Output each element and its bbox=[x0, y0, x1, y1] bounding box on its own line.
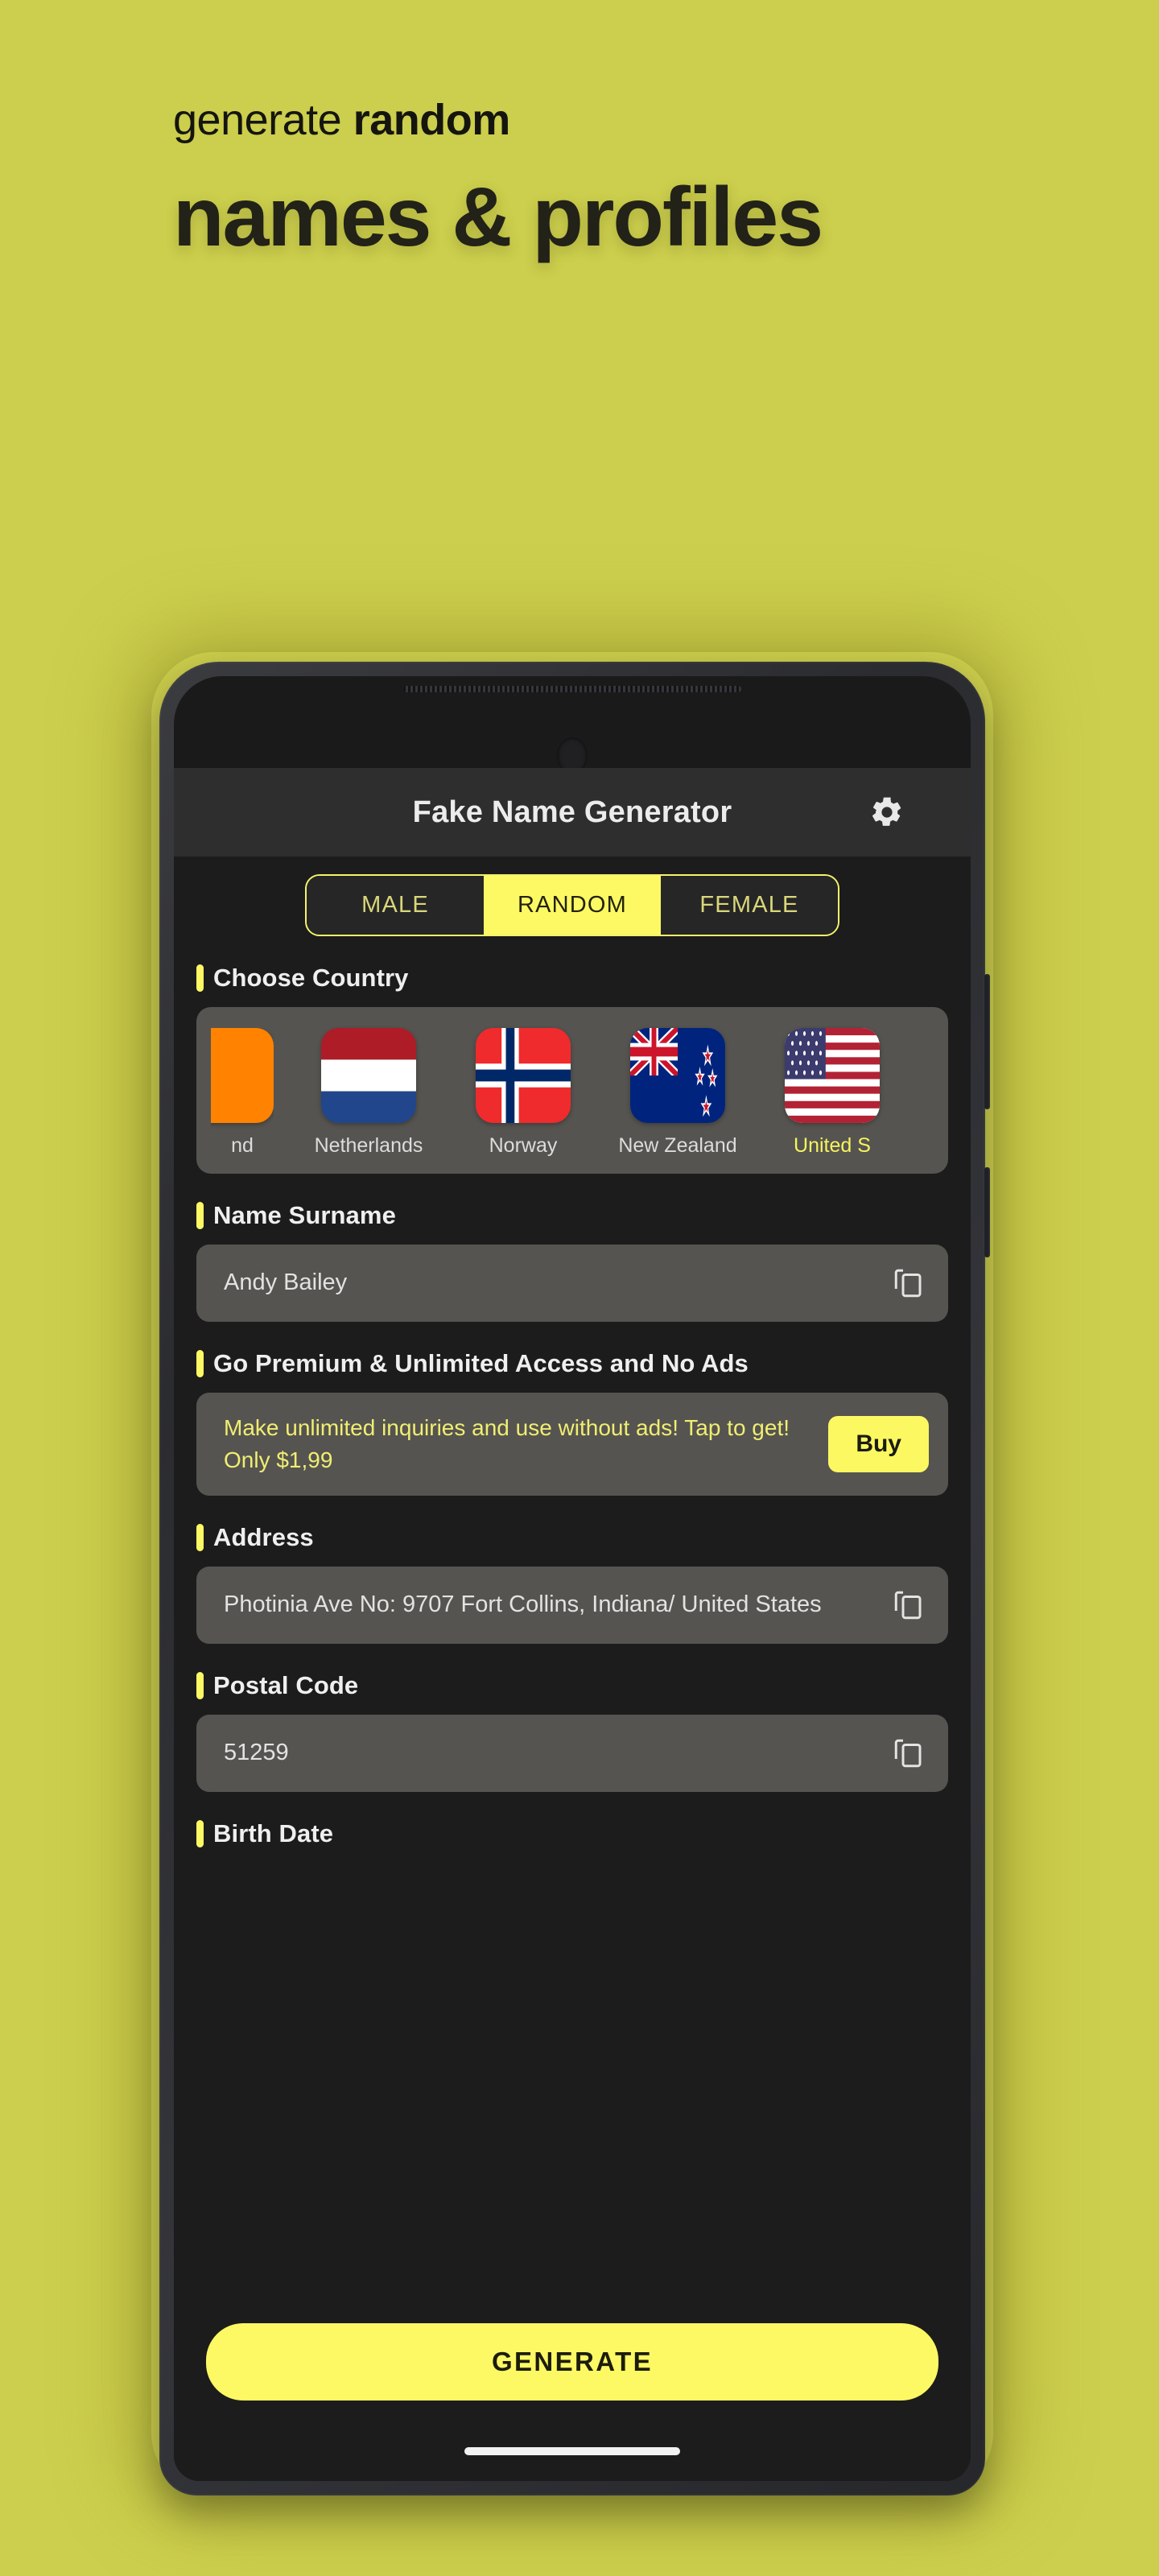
phone-frame: Fake Name Generator MALE RANDOM FEMALE C… bbox=[159, 662, 990, 2496]
label-text: Postal Code bbox=[213, 1670, 359, 1699]
gender-segmented-control: MALE RANDOM FEMALE bbox=[174, 857, 971, 936]
new-zealand-flag bbox=[630, 1028, 725, 1123]
label-text: Go Premium & Unlimited Access and No Ads bbox=[213, 1349, 749, 1377]
promo-subtitle-regular: generate bbox=[173, 96, 353, 144]
label-go-premium: Go Premium & Unlimited Access and No Ads bbox=[196, 1349, 971, 1378]
earpiece-speaker-icon bbox=[403, 686, 741, 692]
label-choose-country: Choose Country bbox=[196, 964, 971, 993]
tab-random[interactable]: RANDOM bbox=[484, 876, 661, 935]
country-scroll-strip[interactable]: nd Netherlands Norway New Zealand United… bbox=[196, 1028, 948, 1158]
app-content: MALE RANDOM FEMALE Choose Country nd Net… bbox=[174, 857, 971, 2302]
tab-female[interactable]: FEMALE bbox=[661, 876, 838, 935]
country-label: Netherlands bbox=[314, 1134, 423, 1157]
copy-icon[interactable] bbox=[892, 1588, 926, 1622]
country-item-united-states[interactable]: United S bbox=[773, 1028, 892, 1158]
app-bar: Fake Name Generator bbox=[174, 768, 971, 857]
label-accent-bar bbox=[196, 964, 204, 992]
label-accent-bar bbox=[196, 1202, 204, 1229]
generate-button[interactable]: GENERATE bbox=[206, 2323, 938, 2401]
promo-subtitle: generate random bbox=[173, 96, 1159, 144]
address-value: Photinia Ave No: 9707 Fort Collins, Indi… bbox=[224, 1591, 822, 1617]
segmented-group: MALE RANDOM FEMALE bbox=[305, 874, 839, 936]
app-title: Fake Name Generator bbox=[412, 795, 732, 829]
phone-screen: Fake Name Generator MALE RANDOM FEMALE C… bbox=[174, 676, 971, 2481]
name-surname-field[interactable]: Andy Bailey bbox=[196, 1245, 948, 1322]
promo-subtitle-bold: random bbox=[353, 96, 511, 144]
copy-icon[interactable] bbox=[892, 1736, 926, 1770]
premium-text: Make unlimited inquiries and use without… bbox=[224, 1415, 790, 1472]
country-label: nd bbox=[231, 1134, 254, 1157]
label-text: Birth Date bbox=[213, 1818, 334, 1847]
promo-title: names & profiles bbox=[173, 171, 823, 265]
country-picker[interactable]: nd Netherlands Norway New Zealand United… bbox=[196, 1007, 948, 1174]
app-screen: Fake Name Generator MALE RANDOM FEMALE C… bbox=[174, 768, 971, 2481]
volume-button[interactable] bbox=[984, 974, 990, 1109]
label-birth-date: Birth Date bbox=[196, 1819, 971, 1848]
label-accent-bar bbox=[196, 1671, 204, 1699]
label-accent-bar bbox=[196, 1819, 204, 1847]
country-item-ireland[interactable]: nd bbox=[211, 1028, 274, 1158]
label-address: Address bbox=[196, 1523, 971, 1552]
norway-flag bbox=[476, 1028, 571, 1123]
netherlands-flag bbox=[321, 1028, 416, 1123]
buy-button[interactable]: Buy bbox=[828, 1415, 929, 1472]
label-text: Name Surname bbox=[213, 1201, 396, 1229]
home-indicator[interactable] bbox=[464, 2447, 680, 2455]
label-accent-bar bbox=[196, 1523, 204, 1551]
country-item-norway[interactable]: Norway bbox=[464, 1028, 583, 1158]
system-nav-bar bbox=[174, 2421, 971, 2481]
united-states-flag bbox=[785, 1028, 880, 1123]
premium-banner[interactable]: Make unlimited inquiries and use without… bbox=[196, 1393, 948, 1496]
label-accent-bar bbox=[196, 1350, 204, 1377]
label-postal-code: Postal Code bbox=[196, 1671, 971, 1700]
country-item-new-zealand[interactable]: New Zealand bbox=[618, 1028, 737, 1158]
power-button[interactable] bbox=[984, 1167, 990, 1257]
country-item-netherlands[interactable]: Netherlands bbox=[309, 1028, 428, 1158]
address-field[interactable]: Photinia Ave No: 9707 Fort Collins, Indi… bbox=[196, 1566, 948, 1644]
name-surname-value: Andy Bailey bbox=[224, 1269, 348, 1296]
tab-male[interactable]: MALE bbox=[307, 876, 484, 935]
generate-container: GENERATE bbox=[174, 2302, 971, 2421]
label-text: Address bbox=[213, 1522, 314, 1551]
country-label: Norway bbox=[489, 1134, 558, 1157]
copy-icon[interactable] bbox=[892, 1266, 926, 1300]
gear-icon[interactable] bbox=[869, 795, 905, 830]
label-name-surname: Name Surname bbox=[196, 1201, 971, 1230]
postal-code-field[interactable]: 51259 bbox=[196, 1714, 948, 1792]
country-label: New Zealand bbox=[618, 1134, 737, 1157]
ireland-flag bbox=[211, 1028, 274, 1123]
promo-header: generate random names & profiles bbox=[0, 0, 1159, 260]
postal-code-value: 51259 bbox=[224, 1739, 289, 1765]
country-label: United S bbox=[794, 1134, 871, 1157]
label-text: Choose Country bbox=[213, 964, 409, 992]
